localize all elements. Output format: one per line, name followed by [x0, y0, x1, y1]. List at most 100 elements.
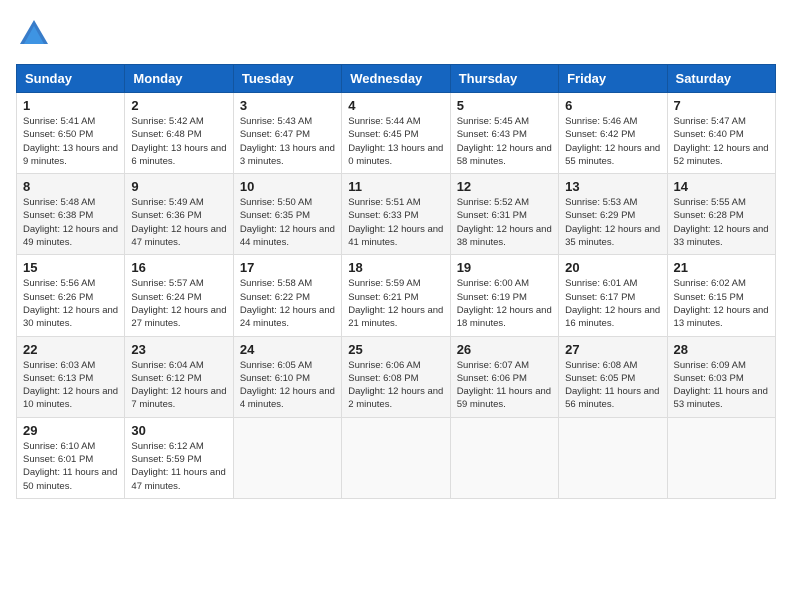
day-info: Sunrise: 6:09 AM Sunset: 6:03 PM Dayligh… [674, 359, 769, 412]
calendar-cell: 18 Sunrise: 5:59 AM Sunset: 6:21 PM Dayl… [342, 255, 450, 336]
day-info: Sunrise: 5:42 AM Sunset: 6:48 PM Dayligh… [131, 115, 226, 168]
weekday-header-monday: Monday [125, 65, 233, 93]
day-info: Sunrise: 5:48 AM Sunset: 6:38 PM Dayligh… [23, 196, 118, 249]
day-number: 22 [23, 342, 118, 357]
day-number: 8 [23, 179, 118, 194]
day-info: Sunrise: 6:06 AM Sunset: 6:08 PM Dayligh… [348, 359, 443, 412]
day-number: 26 [457, 342, 552, 357]
day-number: 4 [348, 98, 443, 113]
calendar-cell: 15 Sunrise: 5:56 AM Sunset: 6:26 PM Dayl… [17, 255, 125, 336]
day-number: 14 [674, 179, 769, 194]
calendar-cell: 11 Sunrise: 5:51 AM Sunset: 6:33 PM Dayl… [342, 174, 450, 255]
day-info: Sunrise: 5:43 AM Sunset: 6:47 PM Dayligh… [240, 115, 335, 168]
page-header [16, 16, 776, 52]
day-number: 28 [674, 342, 769, 357]
calendar-cell: 3 Sunrise: 5:43 AM Sunset: 6:47 PM Dayli… [233, 93, 341, 174]
day-info: Sunrise: 5:55 AM Sunset: 6:28 PM Dayligh… [674, 196, 769, 249]
calendar-cell: 13 Sunrise: 5:53 AM Sunset: 6:29 PM Dayl… [559, 174, 667, 255]
calendar-cell: 21 Sunrise: 6:02 AM Sunset: 6:15 PM Dayl… [667, 255, 775, 336]
day-info: Sunrise: 6:01 AM Sunset: 6:17 PM Dayligh… [565, 277, 660, 330]
day-info: Sunrise: 6:07 AM Sunset: 6:06 PM Dayligh… [457, 359, 552, 412]
calendar-cell: 10 Sunrise: 5:50 AM Sunset: 6:35 PM Dayl… [233, 174, 341, 255]
day-info: Sunrise: 5:51 AM Sunset: 6:33 PM Dayligh… [348, 196, 443, 249]
calendar-cell [233, 417, 341, 498]
day-info: Sunrise: 5:58 AM Sunset: 6:22 PM Dayligh… [240, 277, 335, 330]
calendar-cell [667, 417, 775, 498]
day-number: 24 [240, 342, 335, 357]
day-info: Sunrise: 5:52 AM Sunset: 6:31 PM Dayligh… [457, 196, 552, 249]
day-number: 25 [348, 342, 443, 357]
calendar-cell [450, 417, 558, 498]
day-info: Sunrise: 6:08 AM Sunset: 6:05 PM Dayligh… [565, 359, 660, 412]
logo-icon [16, 16, 52, 52]
day-number: 21 [674, 260, 769, 275]
calendar-cell: 30 Sunrise: 6:12 AM Sunset: 5:59 PM Dayl… [125, 417, 233, 498]
day-info: Sunrise: 6:03 AM Sunset: 6:13 PM Dayligh… [23, 359, 118, 412]
calendar-cell: 14 Sunrise: 5:55 AM Sunset: 6:28 PM Dayl… [667, 174, 775, 255]
calendar-cell: 20 Sunrise: 6:01 AM Sunset: 6:17 PM Dayl… [559, 255, 667, 336]
calendar-cell: 23 Sunrise: 6:04 AM Sunset: 6:12 PM Dayl… [125, 336, 233, 417]
day-info: Sunrise: 6:00 AM Sunset: 6:19 PM Dayligh… [457, 277, 552, 330]
calendar-cell: 1 Sunrise: 5:41 AM Sunset: 6:50 PM Dayli… [17, 93, 125, 174]
calendar-cell: 27 Sunrise: 6:08 AM Sunset: 6:05 PM Dayl… [559, 336, 667, 417]
calendar-week-row: 22 Sunrise: 6:03 AM Sunset: 6:13 PM Dayl… [17, 336, 776, 417]
calendar-cell [559, 417, 667, 498]
calendar-week-row: 8 Sunrise: 5:48 AM Sunset: 6:38 PM Dayli… [17, 174, 776, 255]
calendar-cell: 17 Sunrise: 5:58 AM Sunset: 6:22 PM Dayl… [233, 255, 341, 336]
day-number: 3 [240, 98, 335, 113]
weekday-header-thursday: Thursday [450, 65, 558, 93]
day-info: Sunrise: 5:49 AM Sunset: 6:36 PM Dayligh… [131, 196, 226, 249]
day-info: Sunrise: 5:45 AM Sunset: 6:43 PM Dayligh… [457, 115, 552, 168]
day-number: 1 [23, 98, 118, 113]
day-info: Sunrise: 6:02 AM Sunset: 6:15 PM Dayligh… [674, 277, 769, 330]
day-number: 11 [348, 179, 443, 194]
day-number: 10 [240, 179, 335, 194]
calendar-cell: 26 Sunrise: 6:07 AM Sunset: 6:06 PM Dayl… [450, 336, 558, 417]
calendar-cell: 8 Sunrise: 5:48 AM Sunset: 6:38 PM Dayli… [17, 174, 125, 255]
day-info: Sunrise: 5:44 AM Sunset: 6:45 PM Dayligh… [348, 115, 443, 168]
day-number: 15 [23, 260, 118, 275]
calendar-cell: 4 Sunrise: 5:44 AM Sunset: 6:45 PM Dayli… [342, 93, 450, 174]
day-info: Sunrise: 5:57 AM Sunset: 6:24 PM Dayligh… [131, 277, 226, 330]
calendar-cell: 28 Sunrise: 6:09 AM Sunset: 6:03 PM Dayl… [667, 336, 775, 417]
day-number: 29 [23, 423, 118, 438]
calendar-cell: 12 Sunrise: 5:52 AM Sunset: 6:31 PM Dayl… [450, 174, 558, 255]
weekday-header-sunday: Sunday [17, 65, 125, 93]
day-number: 12 [457, 179, 552, 194]
calendar-cell: 7 Sunrise: 5:47 AM Sunset: 6:40 PM Dayli… [667, 93, 775, 174]
calendar-cell: 22 Sunrise: 6:03 AM Sunset: 6:13 PM Dayl… [17, 336, 125, 417]
calendar-cell: 6 Sunrise: 5:46 AM Sunset: 6:42 PM Dayli… [559, 93, 667, 174]
weekday-header-saturday: Saturday [667, 65, 775, 93]
day-number: 9 [131, 179, 226, 194]
day-number: 18 [348, 260, 443, 275]
day-number: 20 [565, 260, 660, 275]
day-info: Sunrise: 5:53 AM Sunset: 6:29 PM Dayligh… [565, 196, 660, 249]
day-info: Sunrise: 5:46 AM Sunset: 6:42 PM Dayligh… [565, 115, 660, 168]
day-info: Sunrise: 6:05 AM Sunset: 6:10 PM Dayligh… [240, 359, 335, 412]
calendar-cell: 29 Sunrise: 6:10 AM Sunset: 6:01 PM Dayl… [17, 417, 125, 498]
calendar-cell [342, 417, 450, 498]
day-info: Sunrise: 5:59 AM Sunset: 6:21 PM Dayligh… [348, 277, 443, 330]
day-info: Sunrise: 5:56 AM Sunset: 6:26 PM Dayligh… [23, 277, 118, 330]
day-info: Sunrise: 5:47 AM Sunset: 6:40 PM Dayligh… [674, 115, 769, 168]
calendar-cell: 2 Sunrise: 5:42 AM Sunset: 6:48 PM Dayli… [125, 93, 233, 174]
calendar-cell: 24 Sunrise: 6:05 AM Sunset: 6:10 PM Dayl… [233, 336, 341, 417]
calendar-cell: 9 Sunrise: 5:49 AM Sunset: 6:36 PM Dayli… [125, 174, 233, 255]
day-number: 27 [565, 342, 660, 357]
day-number: 2 [131, 98, 226, 113]
day-number: 6 [565, 98, 660, 113]
day-number: 5 [457, 98, 552, 113]
day-info: Sunrise: 6:10 AM Sunset: 6:01 PM Dayligh… [23, 440, 118, 493]
calendar-cell: 25 Sunrise: 6:06 AM Sunset: 6:08 PM Dayl… [342, 336, 450, 417]
calendar-cell: 19 Sunrise: 6:00 AM Sunset: 6:19 PM Dayl… [450, 255, 558, 336]
calendar-week-row: 1 Sunrise: 5:41 AM Sunset: 6:50 PM Dayli… [17, 93, 776, 174]
day-number: 19 [457, 260, 552, 275]
day-info: Sunrise: 6:12 AM Sunset: 5:59 PM Dayligh… [131, 440, 226, 493]
day-info: Sunrise: 6:04 AM Sunset: 6:12 PM Dayligh… [131, 359, 226, 412]
day-info: Sunrise: 5:41 AM Sunset: 6:50 PM Dayligh… [23, 115, 118, 168]
weekday-header-tuesday: Tuesday [233, 65, 341, 93]
day-number: 16 [131, 260, 226, 275]
day-number: 13 [565, 179, 660, 194]
day-number: 17 [240, 260, 335, 275]
logo [16, 16, 56, 52]
